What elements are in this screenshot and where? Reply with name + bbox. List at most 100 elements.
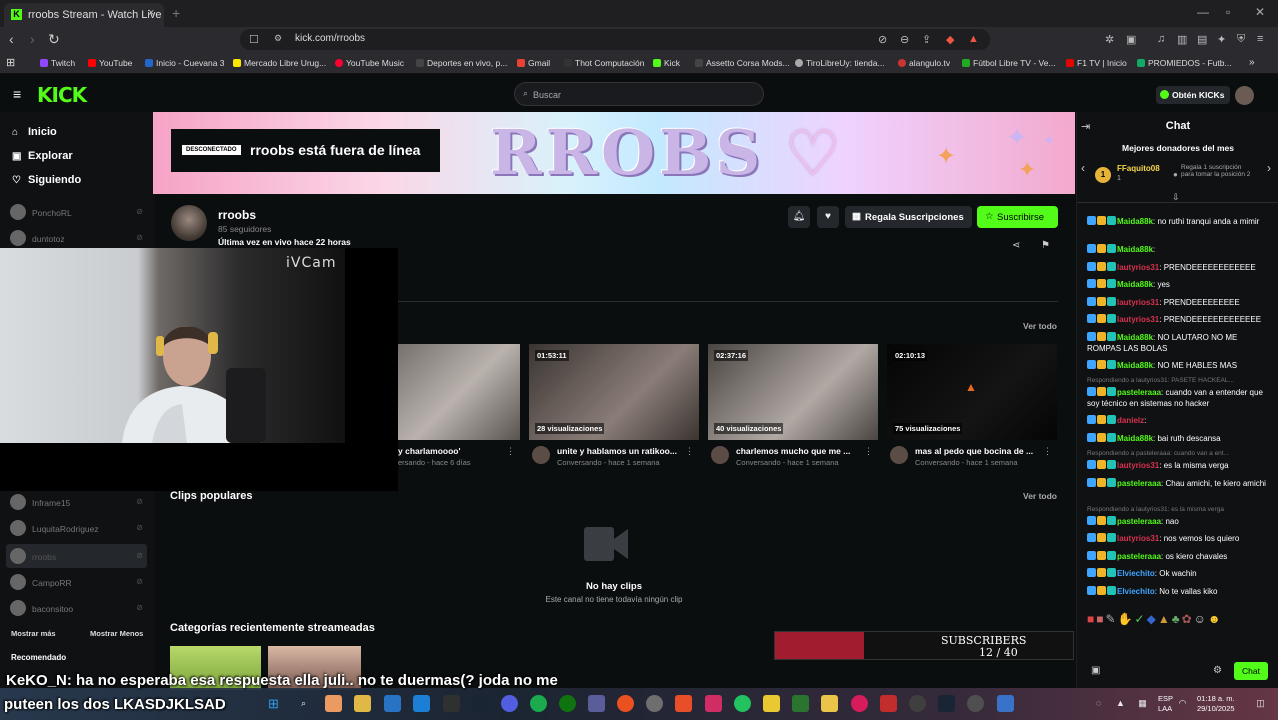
chat-message[interactable]: pasteleraaa: cuando van a entender que s… <box>1087 387 1273 409</box>
chat-message[interactable]: pasteleraaa: os kiero chavales <box>1087 550 1273 562</box>
extensions-icon[interactable]: ✲ <box>1105 33 1114 46</box>
bookmark-f1tv[interactable]: F1 TV | Inicio <box>1066 58 1127 68</box>
clips-see-all-link[interactable]: Ver todo <box>1023 491 1057 501</box>
new-tab-button[interactable]: + <box>172 5 180 21</box>
video-title[interactable]: y charlamoooo' <box>398 446 460 456</box>
app-icon[interactable] <box>821 695 838 712</box>
wallet-2-icon[interactable]: ▤ <box>1197 33 1207 46</box>
tray-keyboard-icon[interactable]: ▦ <box>1134 695 1151 712</box>
app-icon[interactable] <box>325 695 342 712</box>
minimize-icon[interactable]: — <box>1197 5 1209 19</box>
chat-username[interactable]: Maida88k <box>1117 217 1153 226</box>
sidebar-channel[interactable]: Inframe15 ⊘ <box>10 494 147 512</box>
emote-bar[interactable]: ■■✎✋✓◆▲♣✿☺☻ <box>1087 612 1223 626</box>
donor-name[interactable]: FFaquito08 <box>1117 164 1160 173</box>
bookmark-youtube[interactable]: YouTube <box>88 58 132 68</box>
channel-name[interactable]: rroobs <box>218 208 256 222</box>
video-title[interactable]: mas al pedo que bocina de ... <box>915 446 1033 456</box>
app-icon[interactable] <box>792 695 809 712</box>
bookmarks-overflow-icon[interactable]: » <box>1249 57 1255 68</box>
show-less-link[interactable]: Mostrar Menos <box>90 629 143 638</box>
more-options-icon[interactable]: ⋮ <box>506 446 515 457</box>
sidebar-icon[interactable]: ▥ <box>1177 33 1187 46</box>
chat-message[interactable]: Maida88k: no ruthi tranqui anda a mimir <box>1087 216 1273 227</box>
bookmark-thot[interactable]: Thot Computación <box>564 58 644 68</box>
chat-message[interactable]: Maida88k: NO ME HABLES MAS <box>1087 359 1273 371</box>
close-window-icon[interactable]: ✕ <box>1255 5 1265 19</box>
nav-siguiendo[interactable]: ♡ Siguiendo <box>12 174 81 186</box>
sidebar-channel[interactable]: LuquitaRodriguez ⊘ <box>10 520 147 538</box>
chat-message[interactable]: danielz: <box>1087 415 1273 426</box>
chat-username[interactable]: lautyrios31 <box>1117 534 1159 543</box>
more-options-icon[interactable]: ⋮ <box>864 446 873 457</box>
bookmark-kick[interactable]: Kick <box>653 58 680 68</box>
chat-username[interactable]: lautyrios31 <box>1117 315 1159 324</box>
app-icon[interactable] <box>763 695 780 712</box>
app-icon[interactable] <box>967 695 984 712</box>
file-explorer-icon[interactable] <box>354 695 371 712</box>
bookmark-tirolibre[interactable]: TiroLibreUy: tienda... <box>795 58 885 68</box>
chat-message[interactable]: Elviechito: Ok wachin <box>1087 568 1273 579</box>
music-icon[interactable]: ♫ <box>1157 33 1165 45</box>
bookmark-twitch[interactable]: Twitch <box>40 58 75 68</box>
bookmark-icon[interactable]: ☐ <box>249 33 259 46</box>
sidebar-channel[interactable]: duntotoz ⊘ <box>10 230 147 248</box>
chat-message[interactable]: Maida88k: bai ruth descansa <box>1087 432 1273 444</box>
get-kicks-button[interactable]: Obtén KICKs <box>1156 86 1230 104</box>
chat-message[interactable]: lautyrios31: es la misma verga <box>1087 460 1273 471</box>
chat-message[interactable]: Maida88k: NO LAUTARO NO ME ROMPAS LAS BO… <box>1087 331 1273 354</box>
sidebar-channel[interactable]: PonchoRL ⊘ <box>10 204 147 222</box>
browser-tab[interactable]: K rroobs Stream - Watch Live on K <box>4 3 164 27</box>
reload-icon[interactable]: ↻ <box>48 31 60 48</box>
app-icon[interactable] <box>384 695 401 712</box>
hamburger-menu-icon[interactable]: ≡ <box>13 86 21 102</box>
chat-username[interactable]: Elviechito <box>1117 587 1155 596</box>
user-avatar[interactable] <box>1235 86 1254 105</box>
spotify-icon[interactable] <box>530 695 547 712</box>
bookmark-assetto[interactable]: Assetto Corsa Mods... <box>695 58 790 68</box>
video-thumbnail[interactable]: 02:37:16 40 visualizaciones <box>708 344 878 440</box>
xbox-icon[interactable] <box>559 695 576 712</box>
url-text[interactable]: kick.com/rroobs <box>295 33 365 44</box>
maximize-icon[interactable]: ▫ <box>1226 5 1230 19</box>
tray-chevron-icon[interactable]: ◌ <box>1090 695 1107 712</box>
bookmark-mercadolibre[interactable]: Mercado Libre Urug... <box>233 58 326 68</box>
follow-heart-button[interactable]: ♥ <box>817 206 839 228</box>
tray-app-icon[interactable]: ▲ <box>1112 695 1129 712</box>
chat-username[interactable]: pasteleraaa <box>1117 388 1161 397</box>
subscribe-button[interactable]: ☆ Suscribirse <box>977 206 1058 228</box>
video-thumbnail[interactable]: 01:53:11 28 visualizaciones <box>529 344 699 440</box>
chat-username[interactable]: pasteleraaa <box>1117 517 1161 526</box>
wallet-icon[interactable]: ▣ <box>1126 33 1136 46</box>
videos-see-all-link[interactable]: Ver todo <box>1023 321 1057 331</box>
chat-username[interactable]: Elviechito <box>1117 569 1155 578</box>
chat-username[interactable]: Maida88k <box>1117 361 1153 370</box>
share-icon[interactable]: ⇪ <box>922 33 931 46</box>
video-title[interactable]: unite y hablamos un ratikoo... <box>557 446 677 456</box>
chat-username[interactable]: lautyrios31 <box>1117 298 1159 307</box>
bookmark-deportes[interactable]: Deportes en vivo, p... <box>416 58 507 68</box>
chat-send-button[interactable]: Chat <box>1234 662 1268 680</box>
chat-username[interactable]: lautyrios31 <box>1117 461 1159 470</box>
prev-donor-icon[interactable]: ‹ <box>1081 161 1085 175</box>
chat-username[interactable]: Maida88k <box>1117 333 1153 342</box>
tab-close-icon[interactable]: × <box>148 7 154 19</box>
app-icon[interactable] <box>413 695 430 712</box>
kick-logo[interactable]: KICK <box>37 83 87 107</box>
discord-icon[interactable] <box>501 695 518 712</box>
apps-icon[interactable]: ⊞ <box>6 56 15 69</box>
settings-gear-icon[interactable]: ⚙ <box>1213 665 1222 676</box>
back-icon[interactable]: ‹ <box>9 31 14 47</box>
chat-message[interactable]: Maida88k: yes <box>1087 279 1273 290</box>
sidebar-channel-active[interactable]: rroobs ⊘ <box>6 544 147 568</box>
chat-message[interactable]: pasteleraaa: Chau amichi, te kiero amich… <box>1087 477 1273 489</box>
camera-off-icon[interactable]: ⊘ <box>878 33 887 46</box>
chat-message[interactable]: lautyrios31: nos vemos los quiero <box>1087 533 1273 544</box>
video-channel-avatar[interactable] <box>532 446 550 464</box>
gift-icon[interactable]: ▣ <box>1091 665 1100 676</box>
chat-message[interactable]: Maida88k: <box>1087 244 1273 255</box>
bookmark-gmail[interactable]: Gmail <box>517 58 550 68</box>
steam-icon[interactable] <box>472 695 489 712</box>
keyboard-language[interactable]: ESP LAA <box>1158 694 1173 714</box>
teams-icon[interactable] <box>588 695 605 712</box>
